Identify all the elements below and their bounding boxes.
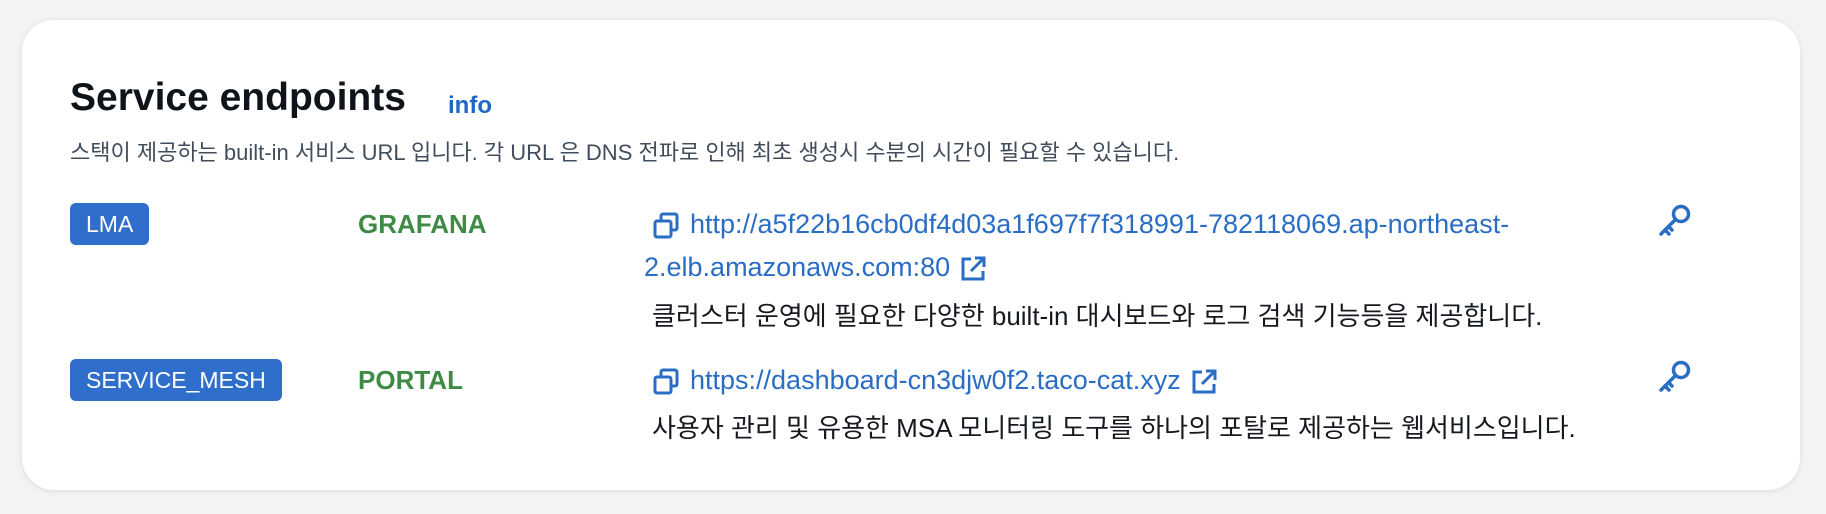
section-title: Service endpoints [70, 76, 406, 119]
section-description: 스택이 제공하는 built-in 서비스 URL 입니다. 각 URL 은 D… [70, 140, 1180, 165]
service-name-portal: PORTAL [358, 365, 463, 395]
copy-icon[interactable] [652, 212, 680, 240]
copy-icon[interactable] [652, 368, 680, 396]
endpoint-url-grafana[interactable]: http://a5f22b16cb0df4d03a1f697f7f318991-… [652, 202, 1509, 246]
endpoint-url-portal[interactable]: https://dashboard-cn3djw0f2.taco-cat.xyz [652, 358, 1219, 402]
external-link-icon[interactable] [958, 254, 988, 284]
external-link-icon[interactable] [1189, 367, 1219, 397]
group-badge-lma: LMA [70, 203, 150, 245]
service-description-portal: 사용자 관리 및 유용한 MSA 모니터링 도구를 하나의 포탈로 제공하는 웹… [652, 413, 1576, 443]
url-text-line1[interactable]: http://a5f22b16cb0df4d03a1f697f7f318991-… [690, 209, 1509, 239]
group-badge-service-mesh: SERVICE_MESH [70, 359, 282, 401]
service-description-grafana: 클러스터 운영에 필요한 다양한 built-in 대시보드와 로그 검색 기능… [652, 301, 1543, 331]
info-link[interactable]: info [448, 94, 492, 118]
key-icon[interactable] [1656, 359, 1692, 395]
endpoint-url-grafana-cont[interactable]: 2.elb.amazonaws.com:80 [644, 245, 988, 289]
key-icon[interactable] [1656, 203, 1692, 239]
url-text-line2[interactable]: 2.elb.amazonaws.com:80 [644, 252, 950, 282]
service-name-grafana: GRAFANA [358, 209, 487, 239]
url-text[interactable]: https://dashboard-cn3djw0f2.taco-cat.xyz [690, 365, 1181, 395]
